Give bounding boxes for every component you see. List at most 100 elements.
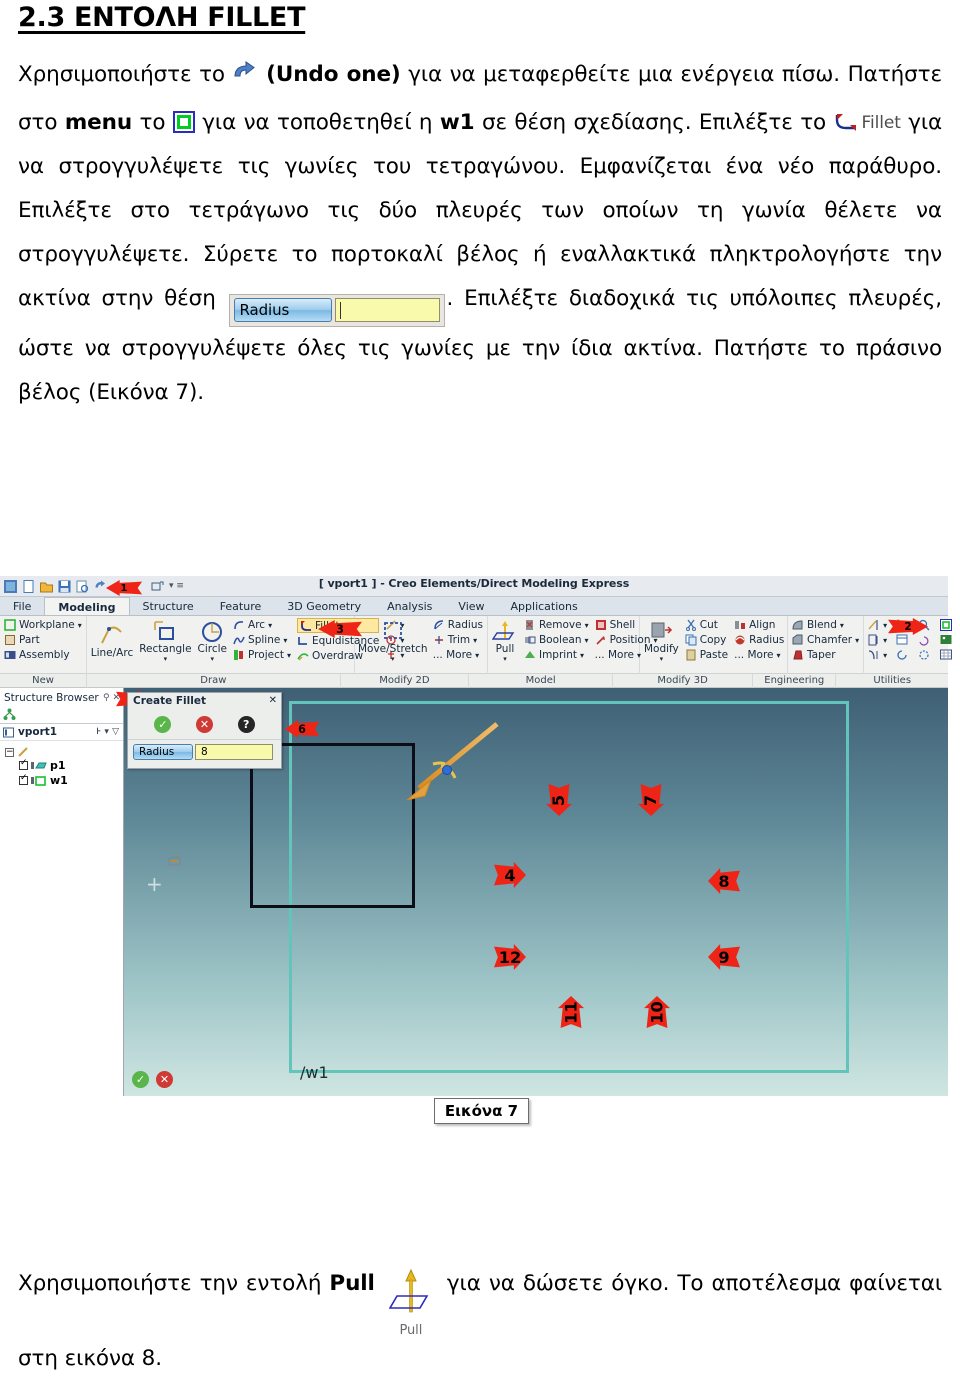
cut-icon [685,619,696,631]
fillet-icon [300,620,311,631]
structure-browser-tabrow[interactable] [0,705,123,724]
ribbon-item-paste[interactable]: Paste [685,648,728,662]
modify-icon [651,622,673,638]
ribbon-item-chamfer[interactable]: Chamfer ▾ [792,633,859,647]
ribbon-item-more-3d[interactable]: ... More ▾ [734,648,784,662]
utility-icon-row2d[interactable] [940,633,960,647]
undo-icon-svg [234,61,255,77]
dialog-radius-row[interactable]: Radius 8 [128,740,281,764]
utility-icon-row3c[interactable] [918,648,938,662]
tree-node-w1[interactable]: w1 [19,773,123,788]
ribbon-item-copy[interactable]: Copy [685,633,728,647]
tree-checkbox[interactable] [19,773,28,785]
ribbon-item-move-stretch[interactable]: Move/Stretch ▾ [358,618,428,664]
tab-modeling[interactable]: Modeling [44,597,130,615]
remove-icon [525,620,533,630]
ribbon-item-arc[interactable]: Arc ▾ [233,618,291,632]
ribbon-item-project[interactable]: Project ▾ [233,648,291,662]
ribbon-item-cut[interactable]: Cut [685,618,728,632]
group-label-draw: Draw [87,673,341,688]
tree-expander-icon[interactable]: − [5,747,14,757]
ribbon-item-modify[interactable]: Modify ▾ [644,618,679,664]
dialog-buttons[interactable]: ✓ ✕ ? [128,710,281,740]
tree-root[interactable]: − [5,746,123,758]
ribbon-item-radius-3d[interactable]: Radius [734,633,784,647]
group-label-utilities: Utilities [873,674,912,686]
tab-applications[interactable]: Applications [498,597,591,615]
dialog-cancel-button[interactable]: ✕ [195,716,213,733]
ribbon-item-imprint[interactable]: Imprint ▾ [524,648,589,662]
callout-number: 5 [549,794,569,806]
workplane-label: /w1 [300,1063,329,1082]
utility-icon-row3b[interactable] [896,648,916,662]
utility-icon-row2a[interactable]: ▾ [868,633,894,647]
close-icon[interactable]: ✕ [269,695,277,710]
tree-checkbox[interactable] [19,758,28,770]
ribbon[interactable]: Workplane ▾ Part Assembly Line/Arc Recta… [0,616,953,674]
ribbon-item-taper[interactable]: Taper [792,648,859,662]
tree-node-p1[interactable]: p1 [19,758,123,773]
ribbon-item-line-arc[interactable]: Line/Arc [91,618,133,664]
radius-input-field[interactable] [334,298,440,323]
tab-structure[interactable]: Structure [130,597,207,615]
viewport-confirm-bar[interactable]: ✓ ✕ [132,1071,173,1088]
utility-icon-row1d[interactable] [940,618,960,632]
ribbon-item-spline[interactable]: Spline ▾ [233,633,291,647]
cad-screenshot: ▾ ≡ [ vport1 ] - Creo Elements/Direct Mo… [0,576,953,1096]
circle-icon [202,622,223,642]
ribbon-item-trim[interactable]: Trim ▾ [433,633,483,647]
structure-tree[interactable]: − p1 w1 [0,741,123,788]
ribbon-label: Imprint [538,649,577,661]
ribbon-item-remove[interactable]: Remove ▾ [524,618,589,632]
fillet-icon-label: Fillet [861,113,901,134]
ribbon-item-boolean[interactable]: Boolean ▾ [524,633,589,647]
dialog-radius-button[interactable]: Radius [133,744,193,760]
radius-button[interactable]: Radius [233,298,332,323]
dialog-help-button[interactable]: ? [237,716,255,733]
tab-analysis[interactable]: Analysis [374,597,445,615]
group-label-new: New [0,673,88,688]
viewport-reject-button[interactable]: ✕ [156,1071,173,1088]
ribbon-item-pull[interactable]: Pull ▾ [491,618,518,664]
utility-icon-row2b[interactable] [896,633,916,647]
utility-icon-row3d[interactable] [940,648,960,662]
ribbon-item-circle[interactable]: Circle ▾ [198,618,227,664]
tab-feature[interactable]: Feature [207,597,275,615]
dialog-radius-field[interactable]: 8 [195,744,273,760]
ribbon-item-part[interactable]: Part [4,633,82,647]
utility-icon-row2c[interactable] [918,633,938,647]
tab-view[interactable]: View [445,597,497,615]
ribbon-item-more-2d[interactable]: ... More ▾ [433,648,483,662]
ribbon-item-align[interactable]: Align [734,618,784,632]
structure-browser-viewport-row[interactable]: vport1 ⊦ ▾ ▽ [0,724,123,741]
position-icon [596,636,605,645]
ribbon-item-radius[interactable]: Radius [433,618,483,632]
callout-8: 8 [708,868,740,894]
ribbon-label: Project [248,649,284,661]
hierarchy-icon[interactable] [3,708,16,721]
tab-file[interactable]: File [0,597,44,615]
quick-access-toolbar[interactable]: ▾ ≡ [ vport1 ] - Creo Elements/Direct Mo… [0,576,948,597]
viewport-icon [3,727,14,737]
callout-number: 6 [298,722,306,736]
filter-icons[interactable]: ⊦ ▾ ▽ [96,727,119,737]
structure-browser-panel[interactable]: Structure Browser ⚲ ✕ vport1 ⊦ ▾ ▽ − ✓ p… [0,688,124,1096]
ribbon-label: Assembly [19,649,70,661]
dialog-ok-button[interactable]: ✓ [154,716,172,733]
fillet-drag-arrow[interactable] [379,718,509,828]
utility-icon-row3a[interactable]: ▾ [868,648,894,662]
shell-icon [595,620,606,630]
ribbon-tabs[interactable]: File Modeling Structure Feature 3D Geome… [0,597,948,616]
ribbon-item-rectangle[interactable]: Rectangle ▾ [139,618,192,664]
dimension-icon [868,620,878,630]
paragraph-fillet-instructions: Χρησιμοποιήστε το (Undo one) για να μετα… [18,53,942,415]
project-icon [234,650,244,660]
radius-input-widget[interactable]: Radius [228,294,445,328]
ribbon-item-blend[interactable]: Blend ▾ [792,618,859,632]
create-fillet-dialog[interactable]: Create Fillet ✕ ✓ ✕ ? Radius 8 [127,692,282,769]
viewport-accept-button[interactable]: ✓ [132,1071,149,1088]
ribbon-label: Remove [538,619,582,631]
ribbon-item-assembly[interactable]: Assembly [4,648,82,662]
ribbon-item-workplane[interactable]: Workplane ▾ [4,618,82,632]
tab-3d-geometry[interactable]: 3D Geometry [274,597,374,615]
